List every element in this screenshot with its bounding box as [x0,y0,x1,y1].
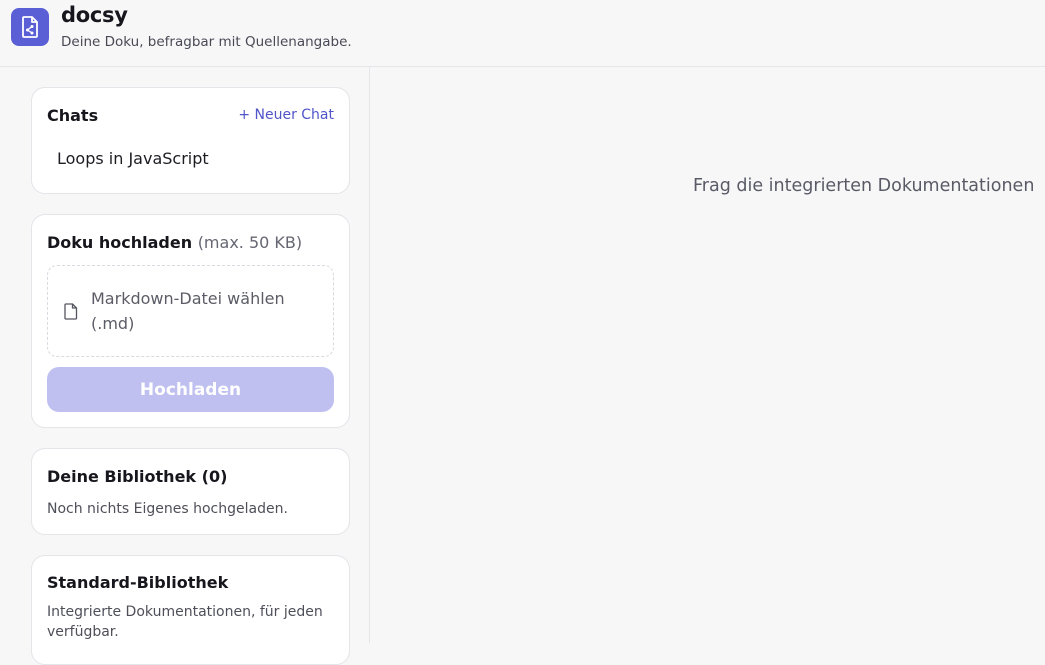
upload-button[interactable]: Hochladen [47,367,334,412]
chat-list-item[interactable]: Loops in JavaScript [57,149,209,168]
chats-title: Chats [47,106,99,125]
library-card: Deine Bibliothek (0) Noch nichts Eigenes… [31,448,350,535]
upload-size-limit: (max. 50 KB) [197,233,303,252]
new-chat-button[interactable]: + Neuer Chat [238,107,334,123]
upload-title-text: Doku hochladen [47,233,193,252]
document-share-icon [11,8,49,46]
main-hint-text: Frag die integrierten Dokumentationen [693,176,1035,196]
file-dropzone[interactable]: Markdown-Datei wählen (.md) [47,265,334,357]
standard-library-card: Standard-Bibliothek Integrierte Dokument… [31,555,350,665]
library-empty-text: Noch nichts Eigenes hochgeladen. [47,501,288,517]
dropzone-label: Markdown-Datei wählen (.md) [91,289,285,333]
library-title: Deine Bibliothek (0) [47,467,228,486]
standard-library-title: Standard-Bibliothek [47,573,229,592]
chats-card: Chats + Neuer Chat Loops in JavaScript [31,87,350,194]
standard-library-description: Integrierte Dokumentationen, für jeden v… [47,604,323,640]
file-icon [64,303,78,324]
upload-title: Doku hochladen (max. 50 KB) [47,233,302,252]
app-header: docsy Deine Doku, befragbar mit Quellena… [0,0,1045,67]
sidebar: Chats + Neuer Chat Loops in JavaScript D… [0,67,370,665]
app-subtitle: Deine Doku, befragbar mit Quellenangabe. [61,34,352,50]
upload-card: Doku hochladen (max. 50 KB) Markdown-Dat… [31,214,350,428]
app-title: docsy [61,3,128,27]
